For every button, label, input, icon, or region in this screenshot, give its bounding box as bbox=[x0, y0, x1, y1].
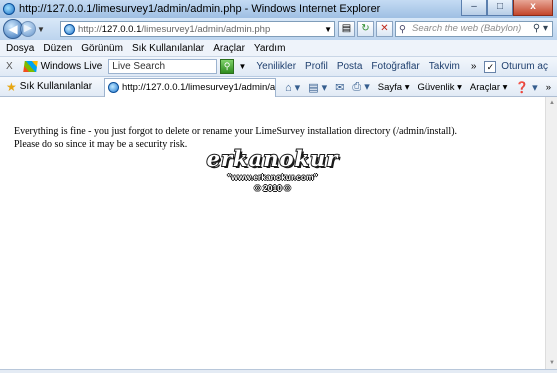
vertical-scrollbar[interactable]: ▲ ▼ bbox=[545, 97, 557, 369]
feeds-icon[interactable]: ▤ ▾ bbox=[308, 81, 327, 94]
link-profile[interactable]: Profil bbox=[305, 61, 328, 72]
print-icon[interactable]: ⎙ ▾ bbox=[352, 80, 369, 94]
message-line-1: Everything is fine - you just forgot to … bbox=[14, 126, 458, 137]
close-button[interactable]: x bbox=[513, 0, 553, 16]
window-title: http://127.0.0.1/limesurvey1/admin/admin… bbox=[19, 3, 381, 15]
menu-view[interactable]: Görünüm bbox=[81, 43, 123, 54]
link-calendar[interactable]: Takvim bbox=[429, 61, 460, 72]
link-mail[interactable]: Posta bbox=[337, 61, 363, 72]
help-icon[interactable]: ❓ ▾ bbox=[515, 81, 537, 94]
address-url: http://127.0.0.1/limesurvey1/admin/admin… bbox=[78, 23, 271, 35]
ie-logo-icon bbox=[3, 3, 15, 15]
status-bar bbox=[0, 369, 557, 373]
menu-help[interactable]: Yardım bbox=[254, 43, 286, 54]
maximize-button[interactable]: □ bbox=[487, 0, 513, 16]
recent-pages-dropdown-icon[interactable]: ▼ bbox=[37, 25, 45, 34]
live-search-go-icon[interactable]: ⚲ bbox=[219, 59, 235, 74]
tools-menu[interactable]: Araçlar ▾ bbox=[470, 82, 508, 93]
scroll-up-icon[interactable]: ▲ bbox=[546, 97, 557, 109]
search-input[interactable]: ⚲ Search the web (Babylon) ⚲ ▾ bbox=[395, 21, 553, 37]
page-favicon-icon bbox=[64, 23, 75, 35]
watermark-url: "www.erkanokur.com" bbox=[227, 172, 318, 182]
watermark: erkanokur "www.erkanokur.com" © 2010 © bbox=[0, 145, 545, 193]
watermark-name: erkanokur bbox=[206, 145, 339, 172]
menu-favorites[interactable]: Sık Kullanılanlar bbox=[132, 43, 204, 54]
menu-file[interactable]: Dosya bbox=[6, 43, 34, 54]
favorites-button[interactable]: Sık Kullanılanlar bbox=[20, 81, 92, 92]
address-toolbar: ◀ ▶ ▼ http://127.0.0.1/limesurvey1/admin… bbox=[0, 18, 557, 40]
refresh-icon[interactable]: ↻ bbox=[357, 21, 374, 37]
live-search-input[interactable]: Live Search bbox=[108, 59, 217, 74]
windows-live-toolbar: X Windows Live Live Search ⚲ ▼ Yenilikle… bbox=[0, 57, 557, 77]
tab-favicon-icon bbox=[108, 82, 120, 93]
window-controls: – □ x bbox=[461, 0, 553, 16]
tab-title: http://127.0.0.1/limesurvey1/admin/admi.… bbox=[122, 82, 276, 93]
more-links-chevron-icon[interactable]: » bbox=[471, 61, 477, 72]
search-provider-icon: ⚲ bbox=[399, 24, 406, 35]
home-icon[interactable]: ⌂ ▾ bbox=[285, 81, 300, 94]
browser-tab[interactable]: http://127.0.0.1/limesurvey1/admin/admi.… bbox=[104, 77, 277, 97]
search-placeholder: Search the web (Babylon) bbox=[412, 23, 522, 34]
search-icon[interactable]: ⚲ ▾ bbox=[533, 22, 548, 36]
mail-icon[interactable]: ✉ bbox=[335, 81, 344, 94]
favorites-star-icon[interactable]: ★ bbox=[6, 80, 17, 94]
toolbar-close-button[interactable]: X bbox=[6, 61, 20, 72]
page-content: Everything is fine - you just forgot to … bbox=[0, 97, 545, 369]
address-input[interactable]: http://127.0.0.1/limesurvey1/admin/admin… bbox=[60, 21, 335, 37]
signin-link[interactable]: Oturum aç bbox=[501, 61, 548, 72]
minimize-button[interactable]: – bbox=[461, 0, 487, 16]
forward-button[interactable]: ▶ bbox=[20, 21, 36, 37]
page-menu[interactable]: Sayfa ▾ bbox=[378, 82, 410, 93]
watermark-year: © 2010 © bbox=[254, 183, 291, 193]
menu-bar: Dosya Düzen Görünüm Sık Kullanılanlar Ar… bbox=[0, 40, 557, 57]
compatibility-view-icon[interactable]: ▤ bbox=[338, 21, 355, 37]
checkbox-icon[interactable]: ✓ bbox=[484, 60, 497, 73]
address-dropdown-icon[interactable]: ▼ bbox=[324, 25, 332, 34]
safety-menu[interactable]: Güvenlik ▾ bbox=[418, 82, 462, 93]
command-bar-chevron-icon[interactable]: » bbox=[546, 82, 551, 93]
stop-icon[interactable]: ✕ bbox=[376, 21, 393, 37]
menu-edit[interactable]: Düzen bbox=[43, 43, 72, 54]
command-bar: ⌂ ▾ ▤ ▾ ✉ ⎙ ▾ Sayfa ▾ Güvenlik ▾ Araçlar… bbox=[277, 77, 551, 97]
favorites-bar: ★ Sık Kullanılanlar http://127.0.0.1/lim… bbox=[0, 77, 557, 97]
link-photos[interactable]: Fotoğraflar bbox=[371, 61, 419, 72]
link-whats-new[interactable]: Yenilikler bbox=[256, 61, 296, 72]
live-search-dropdown-icon[interactable]: ▼ bbox=[238, 62, 246, 71]
windows-live-logo-icon bbox=[23, 61, 38, 72]
window-titlebar: http://127.0.0.1/limesurvey1/admin/admin… bbox=[0, 0, 557, 18]
windows-live-brand[interactable]: Windows Live bbox=[41, 61, 103, 72]
scroll-down-icon[interactable]: ▼ bbox=[546, 357, 557, 369]
menu-tools[interactable]: Araçlar bbox=[213, 43, 245, 54]
